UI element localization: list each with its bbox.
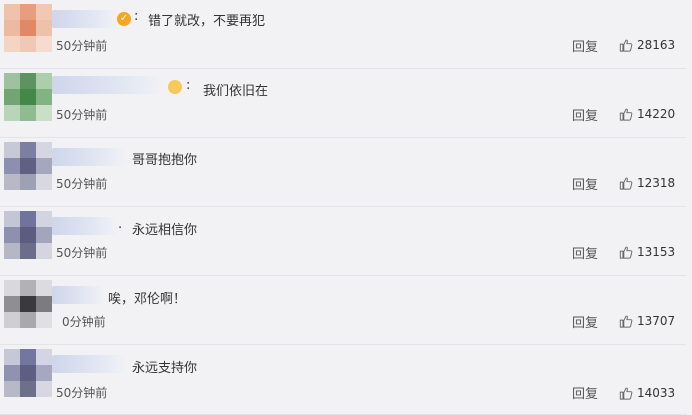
like-button[interactable]: 13153 [619, 244, 675, 260]
colon-separator: : [186, 78, 191, 93]
avatar[interactable] [4, 73, 52, 121]
comment-text: 永远相信你 [132, 223, 198, 238]
comment-time: 50分钟前 [56, 177, 108, 191]
comment-time: 50分钟前 [56, 246, 108, 260]
like-button[interactable]: 14220 [619, 106, 675, 122]
colon-separator: : [134, 9, 139, 24]
like-button[interactable]: 14033 [619, 385, 675, 401]
username[interactable] [52, 355, 126, 373]
comment-text: 永远支持你 [132, 361, 198, 376]
reply-button[interactable]: 回复 [572, 36, 598, 55]
reply-button[interactable]: 回复 [572, 105, 598, 124]
thumbs-up-icon [619, 315, 633, 328]
username[interactable] [52, 286, 104, 304]
comment-list: ✓ : 错了就改，不要再犯 50分钟前 回复 28163 : 我们依旧在 50分… [0, 0, 692, 415]
avatar[interactable] [4, 4, 52, 52]
reply-button[interactable]: 回复 [572, 243, 598, 262]
thumbs-up-icon [619, 108, 633, 121]
like-count: 13153 [637, 245, 676, 259]
thumbs-up-icon [619, 246, 633, 259]
comment-item: 永远支持你 50分钟前 回复 14033 [0, 345, 686, 415]
comment-time: 50分钟前 [56, 386, 108, 400]
thumbs-up-icon [619, 387, 633, 400]
comment-item: 唉，邓伦啊！ 0分钟前 回复 13707 [0, 276, 686, 345]
like-count: 12318 [637, 176, 676, 190]
comment-item: : 我们依旧在 50分钟前 回复 14220 [0, 69, 686, 138]
thumbs-up-icon [619, 39, 633, 52]
comment-text: 错了就改，不要再犯 [148, 14, 266, 29]
vip-badge-icon [168, 80, 182, 94]
comment-text: 唉，邓伦啊！ [108, 292, 187, 307]
like-count: 14033 [637, 386, 676, 400]
comment-time: 0分钟前 [62, 315, 106, 329]
avatar[interactable] [4, 211, 52, 259]
like-button[interactable]: 13707 [619, 313, 675, 329]
reply-button[interactable]: 回复 [572, 174, 598, 193]
comment-item: . 永远相信你 50分钟前 回复 13153 [0, 207, 686, 276]
comment-time: 50分钟前 [56, 108, 108, 122]
like-count: 13707 [637, 314, 676, 328]
like-button[interactable]: 28163 [619, 37, 675, 53]
like-count: 14220 [637, 107, 676, 121]
vip-badge-icon: ✓ [117, 12, 131, 26]
comment-item: ✓ : 错了就改，不要再犯 50分钟前 回复 28163 [0, 0, 686, 69]
thumbs-up-icon [619, 177, 633, 190]
avatar[interactable] [4, 280, 52, 328]
comment-time: 50分钟前 [56, 39, 108, 53]
avatar[interactable] [4, 142, 52, 190]
username[interactable] [52, 148, 126, 166]
colon-separator: . [118, 217, 123, 232]
avatar[interactable] [4, 349, 52, 397]
username[interactable] [52, 10, 118, 28]
comment-item: 哥哥抱抱你 50分钟前 回复 12318 [0, 138, 686, 207]
comment-text: 哥哥抱抱你 [132, 153, 198, 168]
reply-button[interactable]: 回复 [572, 312, 598, 331]
like-button[interactable]: 12318 [619, 175, 675, 191]
comment-text: 我们依旧在 [203, 84, 269, 99]
username[interactable] [52, 76, 164, 94]
reply-button[interactable]: 回复 [572, 383, 598, 402]
username[interactable] [52, 217, 118, 235]
like-count: 28163 [637, 38, 676, 52]
